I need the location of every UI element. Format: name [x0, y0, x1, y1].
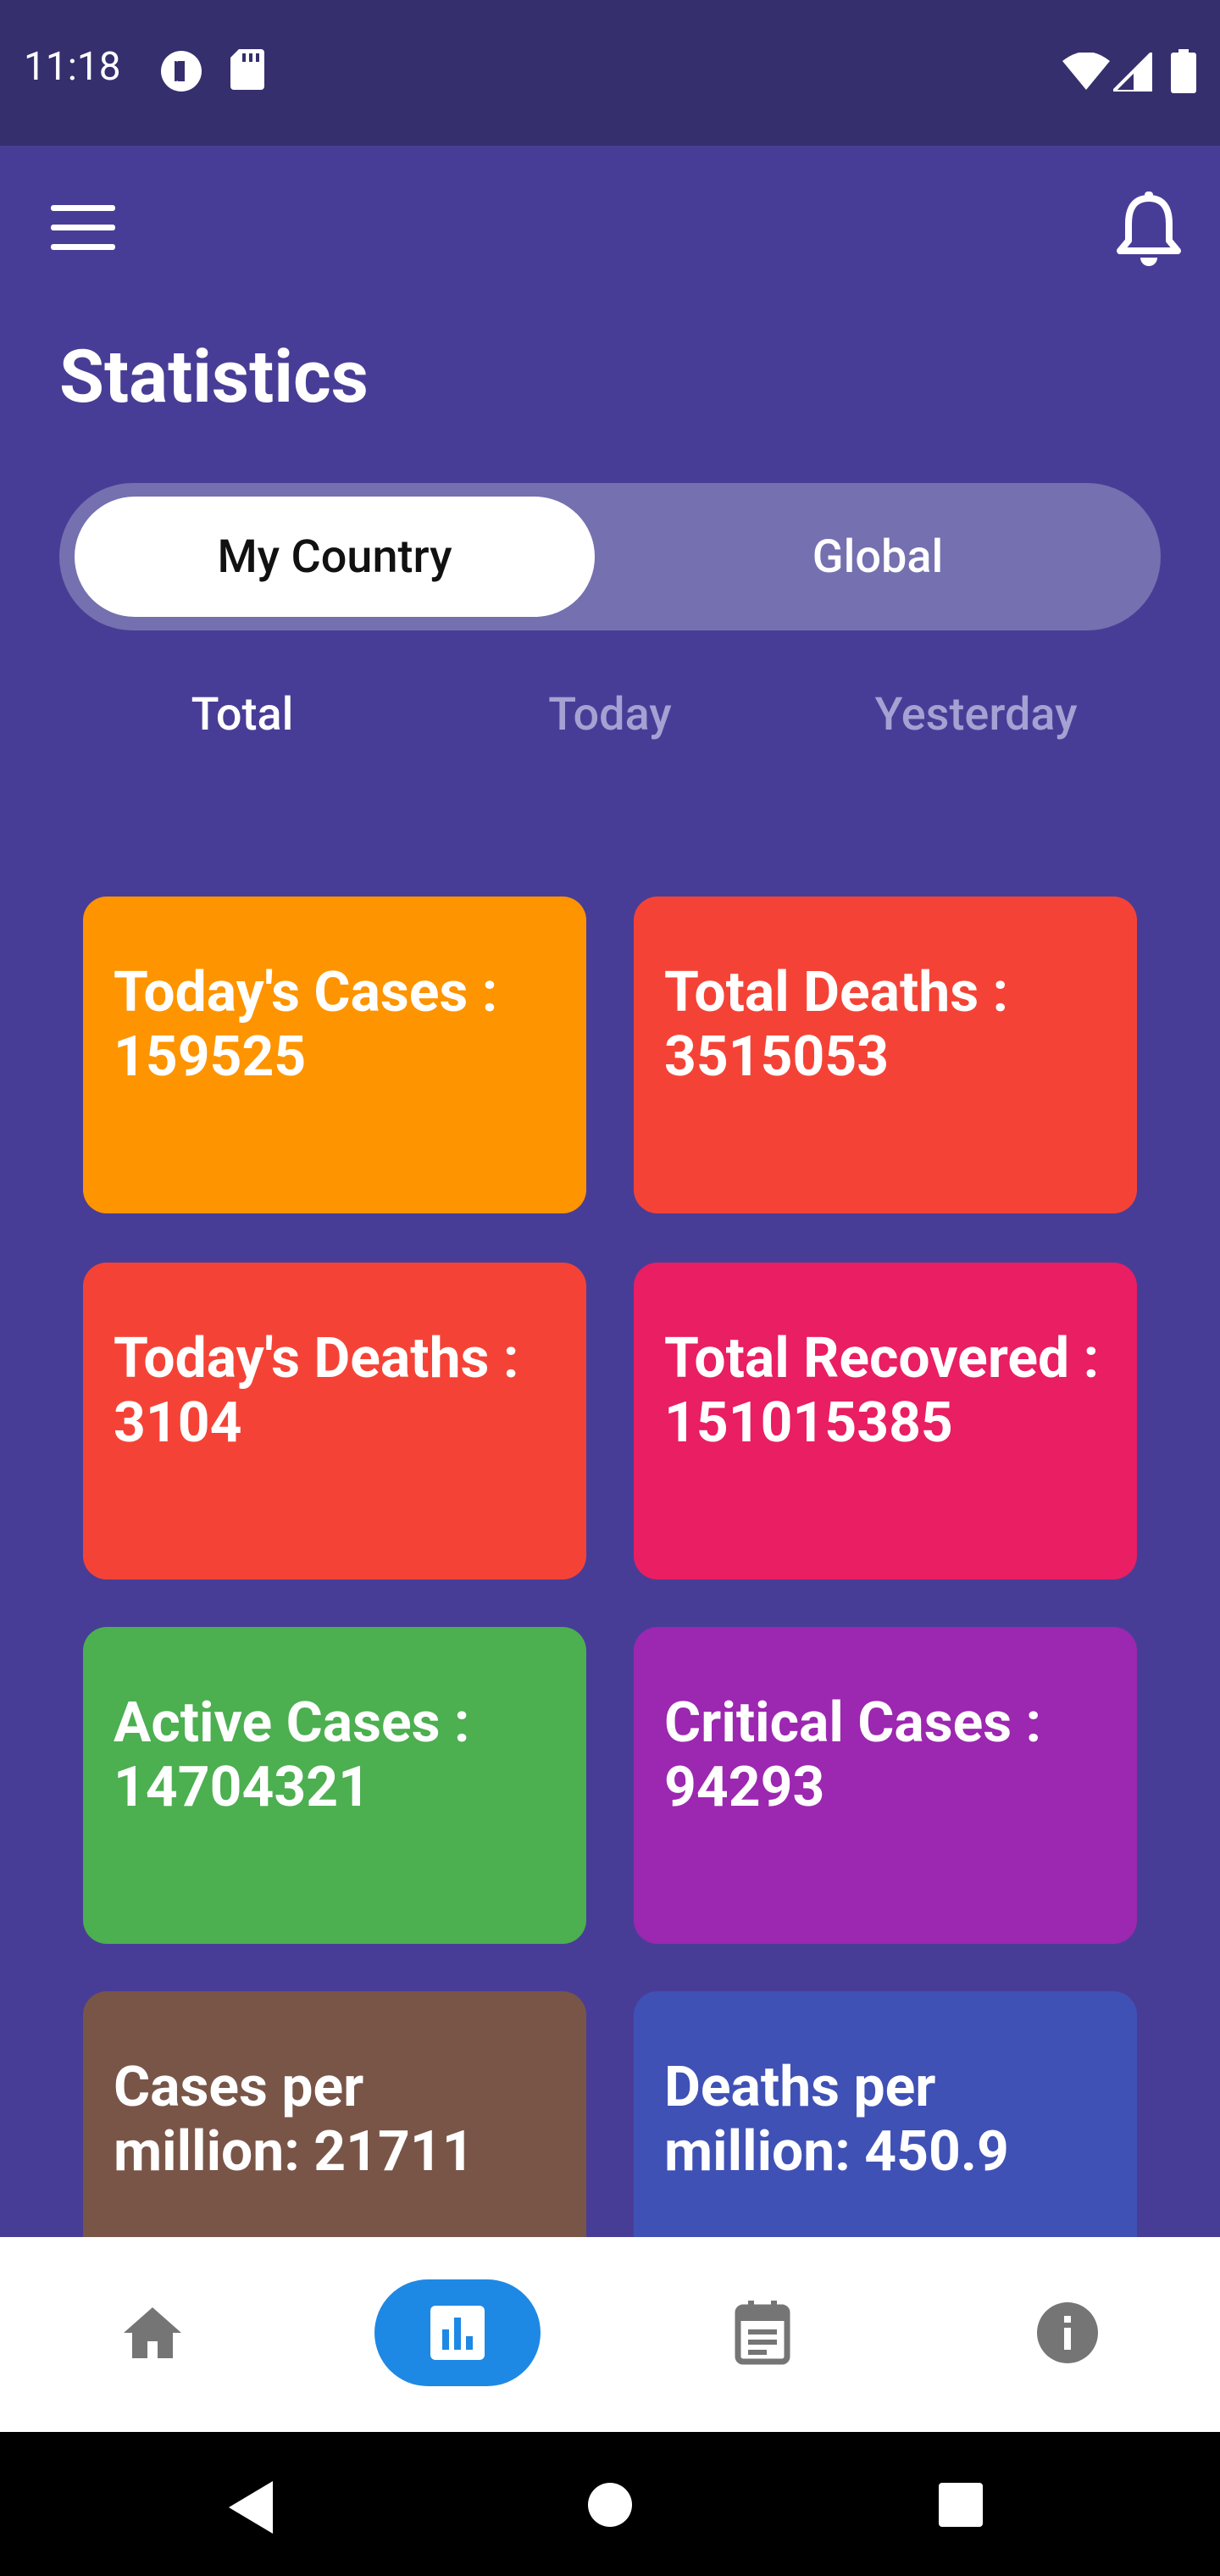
card-value: 450.9 [864, 2119, 1009, 2185]
card-critical-cases[interactable]: Critical Cases : 94293 [634, 1627, 1137, 1944]
vpn-key-icon [159, 49, 203, 97]
status-bar: 11:18 [0, 0, 1220, 146]
card-active-cases[interactable]: Active Cases : 14704321 [83, 1627, 586, 1944]
nav-info[interactable] [984, 2279, 1151, 2386]
nav-calendar[interactable] [679, 2279, 846, 2386]
card-label: Today's Deaths : [114, 1326, 519, 1391]
scope-global-button[interactable]: Global [610, 497, 1145, 617]
card-value: 94293 [664, 1755, 825, 1820]
tab-yesterday[interactable]: Yesterday [874, 688, 1077, 741]
card-cases-per-million[interactable]: Cases per million: 21711 [83, 1991, 586, 2237]
card-value: 159525 [114, 1024, 307, 1090]
card-label: Today's Cases : [114, 960, 498, 1025]
back-triangle-icon [229, 2481, 273, 2534]
card-value: 21711 [313, 2119, 474, 2185]
tab-today[interactable]: Today [548, 688, 671, 741]
nav-statistics[interactable] [374, 2279, 541, 2386]
home-icon [124, 2307, 181, 2358]
calendar-icon [735, 2301, 790, 2365]
sd-card-icon [230, 49, 264, 93]
card-label-line: Deaths per million: 450.9 [664, 2056, 1108, 2185]
card-label: Active Cases : [114, 1690, 470, 1756]
system-navigation-bar [0, 2432, 1220, 2576]
card-total-recovered[interactable]: Total Recovered : 151015385 [634, 1263, 1137, 1579]
recents-button[interactable] [939, 2483, 983, 2530]
nav-home[interactable] [69, 2279, 236, 2386]
home-button[interactable] [588, 2483, 632, 2530]
card-deaths-per-million[interactable]: Deaths per million: 450.9 [634, 1991, 1137, 2237]
menu-button[interactable] [51, 205, 115, 256]
cellular-signal-icon [1109, 48, 1154, 95]
home-circle-icon [588, 2483, 632, 2527]
scope-toggle: My Country Global [59, 483, 1161, 630]
scope-my-country-button[interactable]: My Country [75, 497, 595, 617]
back-button[interactable] [229, 2481, 276, 2537]
tab-total[interactable]: Total [191, 688, 294, 741]
card-label: Total Deaths : [664, 960, 1009, 1025]
card-todays-cases[interactable]: Today's Cases : 159525 [83, 897, 586, 1213]
card-label: Critical Cases : [664, 1690, 1042, 1756]
bottom-navigation [0, 2237, 1220, 2432]
battery-icon [1171, 49, 1196, 97]
card-value: 14704321 [114, 1755, 370, 1820]
bar-chart-icon [430, 2306, 485, 2360]
status-time: 11:18 [24, 44, 121, 90]
card-label-line: Cases per million: 21711 [114, 2056, 557, 2185]
info-icon [1037, 2302, 1098, 2363]
hamburger-menu-icon [51, 205, 115, 211]
recents-square-icon [939, 2483, 983, 2527]
card-total-deaths[interactable]: Total Deaths : 3515053 [634, 897, 1137, 1213]
card-label: Total Recovered : [664, 1326, 1100, 1391]
statistics-screen: Statistics My Country Global Total Today… [0, 146, 1220, 2237]
wifi-icon [1062, 52, 1110, 93]
card-todays-deaths[interactable]: Today's Deaths : 3104 [83, 1263, 586, 1579]
card-value: 3104 [114, 1391, 242, 1456]
card-value: 151015385 [664, 1391, 953, 1456]
card-value: 3515053 [664, 1024, 890, 1090]
page-title: Statistics [59, 334, 369, 419]
notification-button[interactable] [1117, 192, 1181, 268]
bell-icon [1117, 192, 1181, 266]
